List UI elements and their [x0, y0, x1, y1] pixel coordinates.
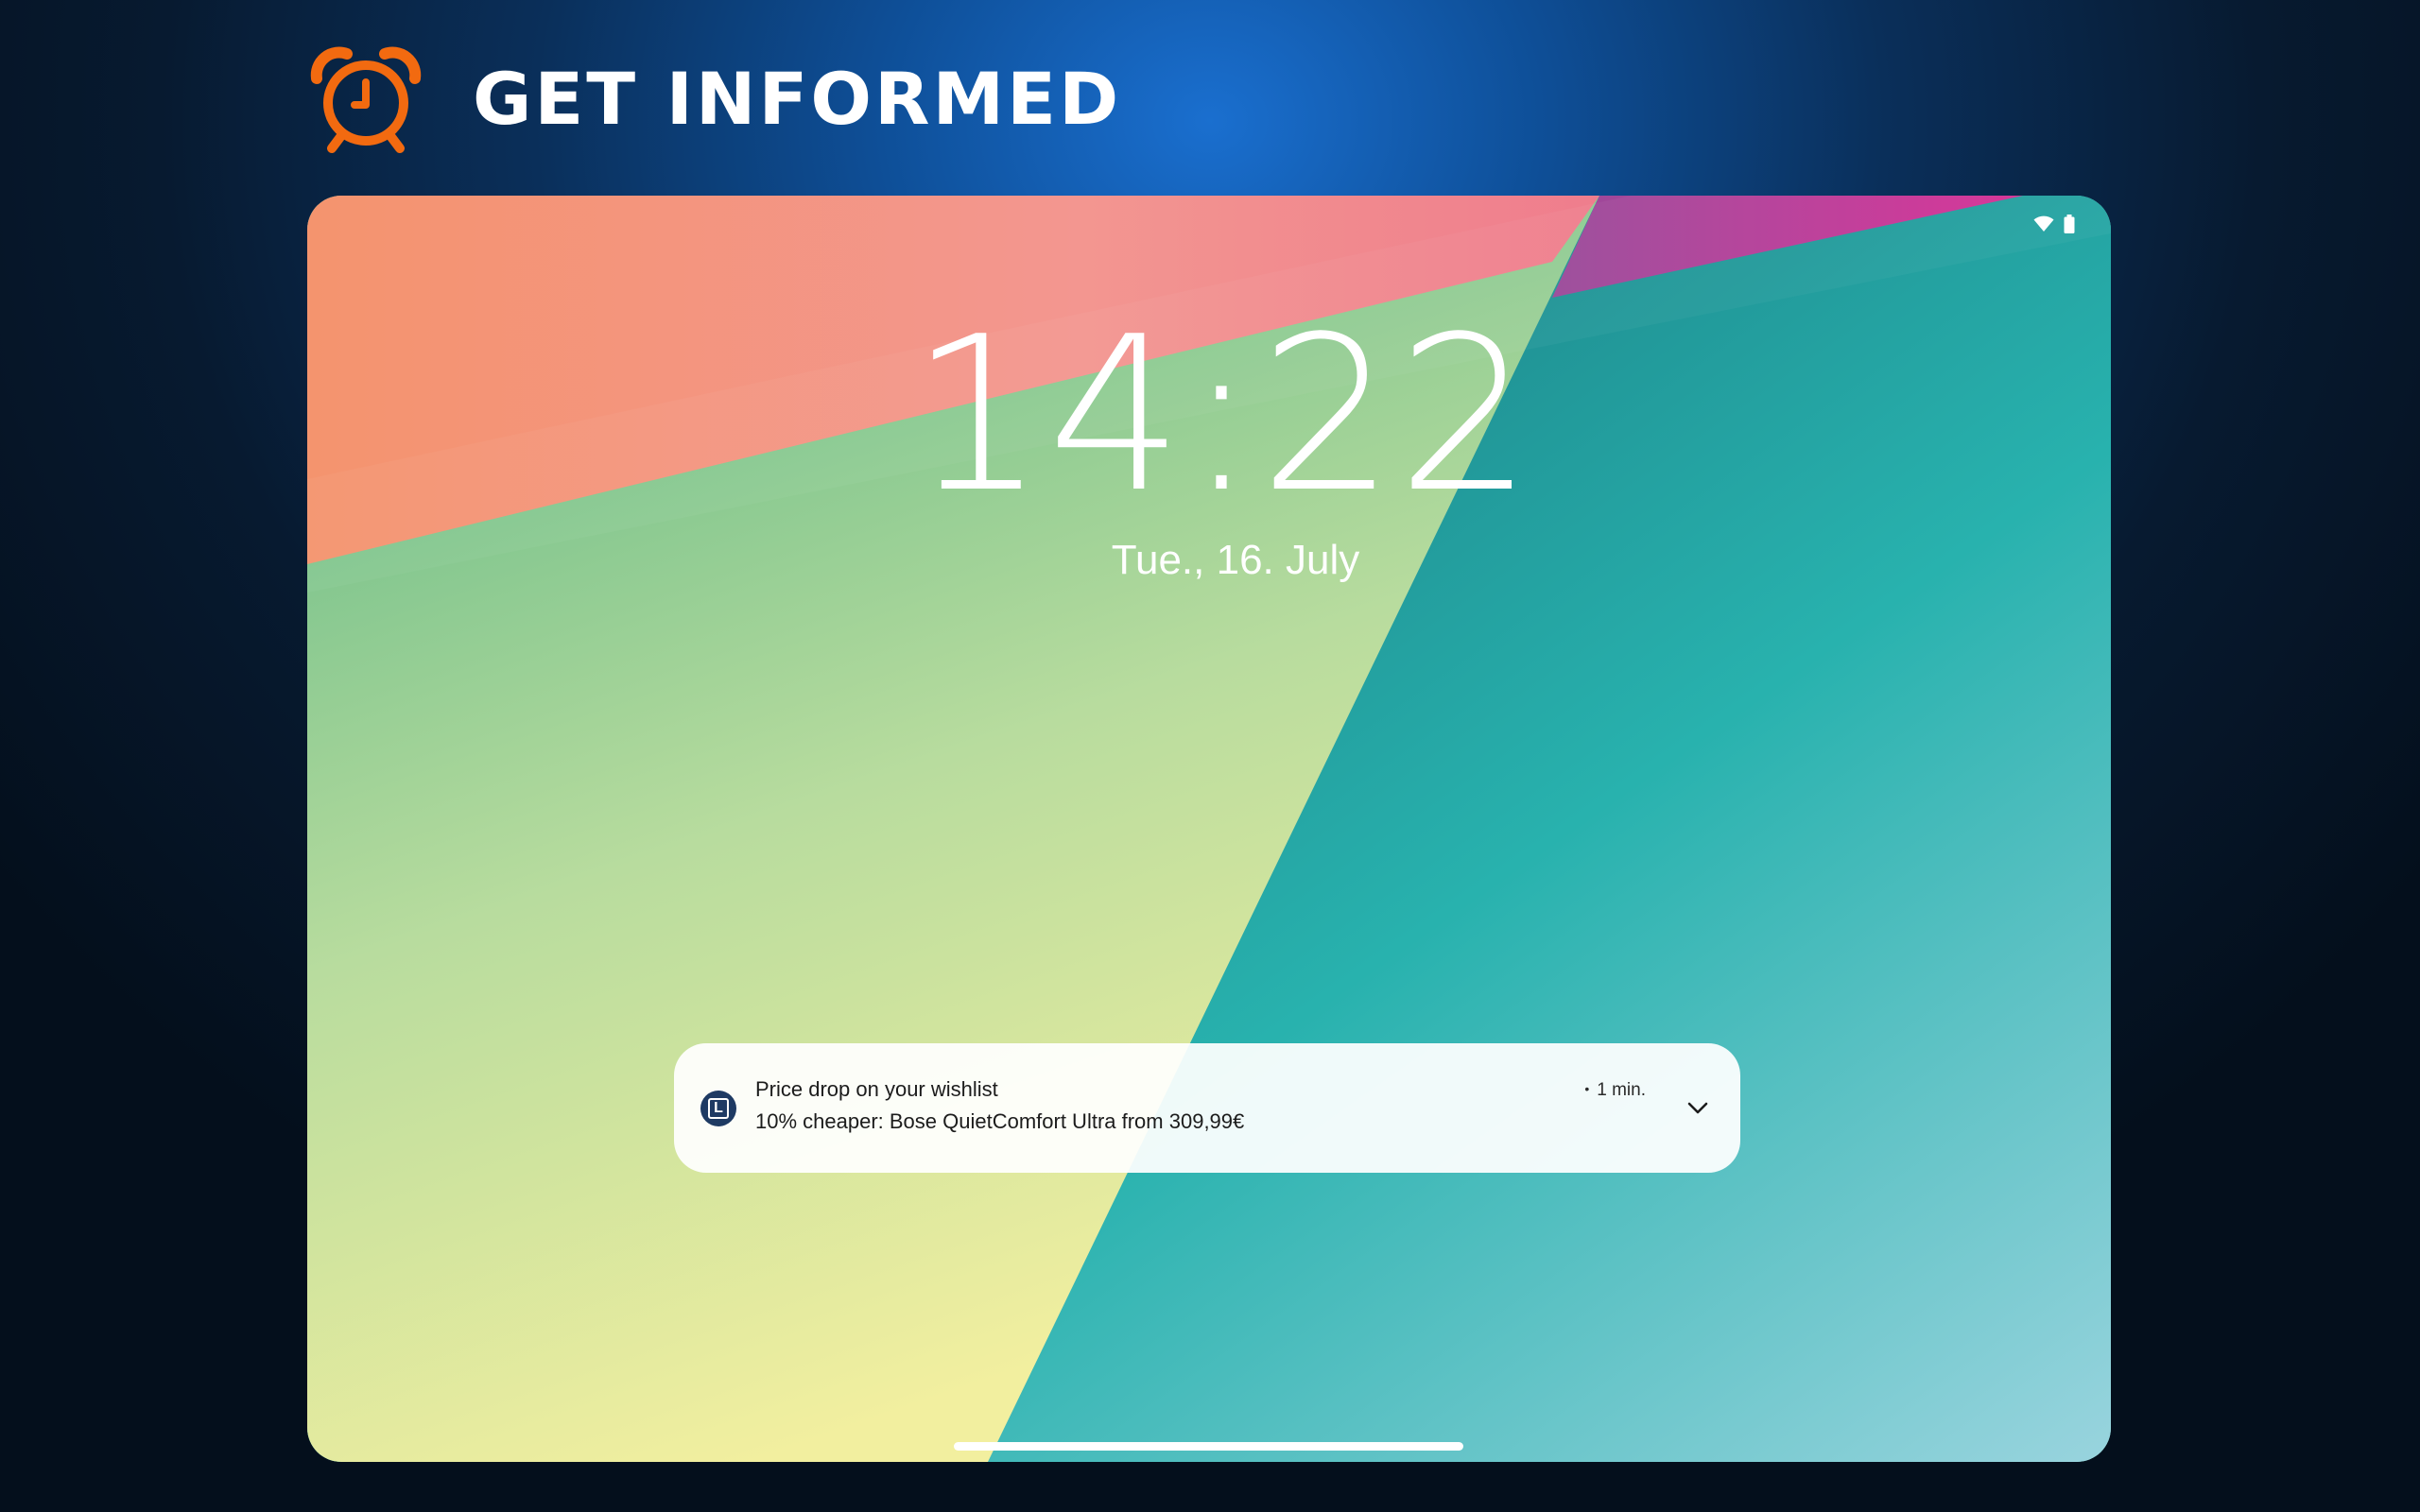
tablet-lockscreen: 14:22 Tue., 16. July L Price drop on you… [307, 196, 2111, 1462]
lockscreen-date: Tue., 16. July [1111, 537, 1360, 583]
page-header: GET INFORMED [309, 43, 1121, 156]
notification-expand-button[interactable] [1682, 1092, 1714, 1125]
battery-icon [2064, 215, 2075, 233]
app-logo-icon: L [700, 1091, 736, 1126]
notification-card[interactable]: L Price drop on your wishlist 10% cheape… [674, 1043, 1740, 1173]
chevron-down-icon [1687, 1102, 1708, 1114]
notification-body: 10% cheaper: Bose QuietComfort Ultra fro… [755, 1109, 1245, 1133]
app-logo-letter: L [708, 1098, 729, 1119]
notification-title: Price drop on your wishlist [755, 1077, 998, 1101]
home-indicator[interactable] [954, 1442, 1463, 1451]
alarm-clock-icon [310, 46, 422, 153]
wifi-icon [2033, 215, 2054, 232]
page-title: GET INFORMED [473, 57, 1122, 141]
notification-time: 1 min. [1584, 1081, 1646, 1099]
status-bar [2033, 215, 2075, 233]
lockscreen-clock: 14:22 [909, 291, 1535, 540]
